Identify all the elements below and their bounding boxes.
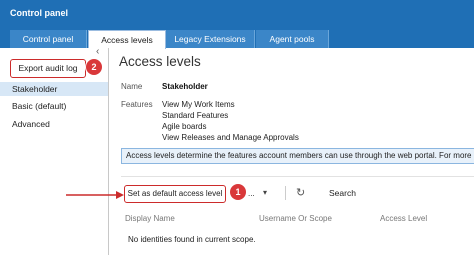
refresh-icon[interactable]: ↻ bbox=[296, 186, 305, 199]
sidebar bbox=[0, 48, 109, 255]
tab-legacy-extensions[interactable]: Legacy Extensions bbox=[166, 30, 255, 48]
page-title: Access levels bbox=[119, 54, 201, 69]
toolbar-separator bbox=[285, 186, 286, 200]
export-audit-log-button[interactable]: Export audit log bbox=[10, 59, 86, 78]
search-button[interactable]: Search bbox=[329, 188, 356, 198]
column-header-display-name[interactable]: Display Name bbox=[125, 214, 175, 223]
chevron-left-icon[interactable]: ‹ bbox=[96, 46, 99, 57]
sidebar-item-advanced[interactable]: Advanced bbox=[0, 117, 108, 131]
title-bar: Control panel bbox=[0, 0, 474, 26]
add-button[interactable]: ... bbox=[248, 189, 255, 198]
callout-badge-1: 1 bbox=[230, 184, 246, 200]
feature-item: Standard Features bbox=[162, 111, 229, 120]
chevron-down-icon[interactable]: ▾ bbox=[263, 188, 267, 197]
feature-item: View My Work Items bbox=[162, 100, 235, 109]
app-title: Control panel bbox=[10, 8, 68, 18]
column-header-username[interactable]: Username Or Scope bbox=[259, 214, 332, 223]
features-label: Features bbox=[121, 100, 153, 109]
set-default-access-level-button[interactable]: Set as default access level bbox=[124, 185, 226, 203]
feature-item: Agile boards bbox=[162, 122, 207, 131]
sidebar-item-stakeholder[interactable]: Stakeholder bbox=[0, 82, 108, 96]
callout-badge-2: 2 bbox=[86, 59, 102, 75]
info-banner: Access levels determine the features acc… bbox=[121, 148, 474, 164]
feature-item: View Releases and Manage Approvals bbox=[162, 133, 299, 142]
tab-agent-pools[interactable]: Agent pools bbox=[256, 30, 329, 48]
name-value: Stakeholder bbox=[162, 82, 208, 91]
callout-arrow-icon bbox=[66, 191, 124, 199]
empty-state-text: No identities found in current scope. bbox=[128, 235, 256, 244]
tab-control-panel[interactable]: Control panel bbox=[10, 30, 87, 48]
tab-bar: Control panel Access levels Legacy Exten… bbox=[0, 26, 474, 49]
toolbar-divider bbox=[121, 176, 474, 177]
sidebar-item-basic[interactable]: Basic (default) bbox=[0, 99, 108, 113]
name-label: Name bbox=[121, 82, 143, 91]
column-header-access-level[interactable]: Access Level bbox=[380, 214, 427, 223]
tab-access-levels[interactable]: Access levels bbox=[88, 30, 166, 49]
